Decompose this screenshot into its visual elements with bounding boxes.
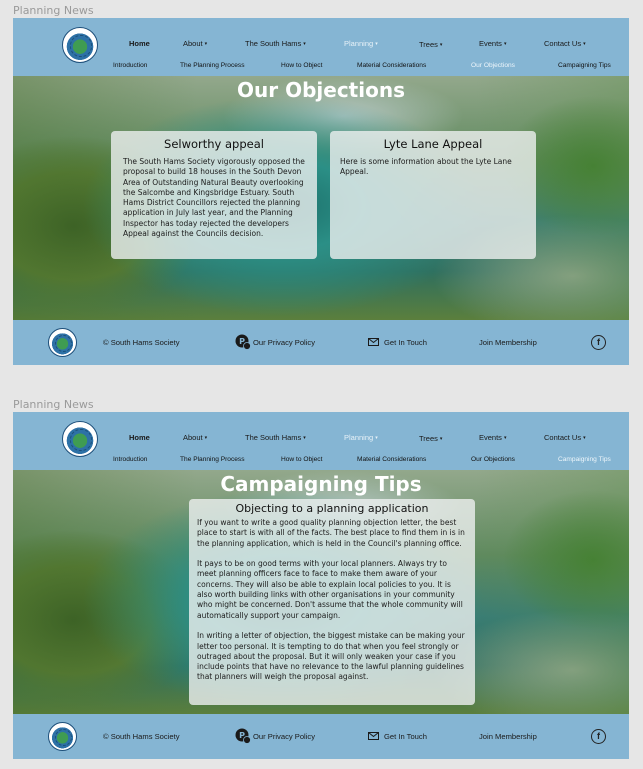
chevron-down-icon: ▾: [439, 436, 443, 442]
card-paragraph: If you want to write a good quality plan…: [197, 518, 465, 548]
footer-logo[interactable]: [48, 722, 77, 751]
nav-planning-label: Planning: [344, 39, 374, 48]
page-title: Our Objections: [237, 78, 405, 102]
facebook-icon[interactable]: f: [591, 729, 606, 744]
privacy-icon: P: [235, 728, 251, 744]
nav-trees[interactable]: Trees ▾: [419, 40, 442, 49]
chevron-down-icon: ▾: [204, 41, 208, 47]
mail-icon: [368, 732, 379, 740]
frame-label: Planning News: [13, 4, 94, 17]
subnav-material-considerations[interactable]: Material Considerations: [357, 456, 426, 463]
footer-privacy-link[interactable]: Our Privacy Policy: [253, 732, 315, 741]
main-nav: Home About ▾ The South Hams ▾ Planning ▾ Tr…: [13, 433, 629, 447]
nav-contact[interactable]: Contact Us ▾: [544, 39, 586, 48]
chevron-down-icon: ▾: [204, 435, 208, 441]
chevron-down-icon: ▾: [303, 41, 306, 47]
subnav-our-objections[interactable]: Our Objections: [471, 62, 515, 69]
nav-about-label: About: [183, 39, 203, 48]
nav-events-label: Events: [479, 433, 502, 442]
sub-nav: Introduction The Planning Process How to…: [13, 456, 629, 468]
nav-trees-label: Trees: [419, 434, 438, 443]
footer-copyright: © South Hams Society: [103, 732, 180, 741]
card-selworthy-appeal: Selworthy appeal The South Hams Society …: [111, 131, 317, 259]
chevron-down-icon: ▾: [375, 435, 378, 441]
nav-south-hams-label: The South Hams: [245, 39, 302, 48]
footer-privacy-link[interactable]: Our Privacy Policy: [253, 338, 315, 347]
chevron-down-icon: ▾: [583, 435, 586, 441]
page-frame-campaigning-tips: Home About ▾ The South Hams ▾ Planning ▾ Tr…: [13, 412, 629, 759]
chevron-down-icon: ▾: [583, 41, 586, 47]
subnav-how-to-object[interactable]: How to Object: [281, 62, 322, 69]
nav-planning-label: Planning: [344, 433, 374, 442]
chevron-down-icon: ▾: [375, 41, 378, 47]
card-body: Here is some information about the Lyte …: [340, 157, 512, 177]
hero-background: Our Objections Selworthy appeal The Sout…: [13, 76, 629, 320]
page-frame-our-objections: Home About ▾ The South Hams ▾ Planning ▾ Tr…: [13, 18, 629, 365]
page-title: Campaigning Tips: [220, 472, 422, 496]
nav-about[interactable]: About ▾: [183, 433, 207, 442]
subnav-campaigning-tips[interactable]: Campaigning Tips: [558, 456, 611, 463]
nav-events[interactable]: Events ▾: [479, 433, 506, 442]
nav-south-hams-label: The South Hams: [245, 433, 302, 442]
nav-contact[interactable]: Contact Us ▾: [544, 433, 586, 442]
footer-copyright: © South Hams Society: [103, 338, 180, 347]
nav-planning[interactable]: Planning ▾: [344, 39, 378, 48]
footer: © South Hams Society P Our Privacy Polic…: [13, 714, 629, 759]
subnav-introduction[interactable]: Introduction: [113, 456, 147, 463]
footer-contact-link[interactable]: Get In Touch: [384, 732, 427, 741]
subnav-material-considerations[interactable]: Material Considerations: [357, 62, 426, 69]
card-title: Selworthy appeal: [164, 137, 264, 151]
nav-home[interactable]: Home: [129, 39, 150, 48]
subnav-our-objections[interactable]: Our Objections: [471, 456, 515, 463]
facebook-icon[interactable]: f: [591, 335, 606, 350]
card-paragraph: It pays to be on good terms with your lo…: [197, 559, 463, 620]
footer-membership-link[interactable]: Join Membership: [479, 732, 537, 741]
footer-logo[interactable]: [48, 328, 77, 357]
card-title: Lyte Lane Appeal: [383, 137, 483, 151]
subnav-how-to-object[interactable]: How to Object: [281, 456, 322, 463]
card-title: Objecting to a planning application: [235, 502, 429, 515]
mail-icon: [368, 338, 379, 346]
card-body: The South Hams Society vigorously oppose…: [123, 157, 305, 239]
card-lyte-lane-appeal: Lyte Lane Appeal Here is some informatio…: [330, 131, 536, 259]
subnav-campaigning-tips[interactable]: Campaigning Tips: [558, 62, 611, 69]
footer: © South Hams Society P Our Privacy Polic…: [13, 320, 629, 365]
card-body: If you want to write a good quality plan…: [197, 518, 467, 683]
nav-south-hams[interactable]: The South Hams ▾: [245, 39, 306, 48]
nav-contact-label: Contact Us: [544, 39, 582, 48]
frame-label: Planning News: [13, 398, 94, 411]
nav-south-hams[interactable]: The South Hams ▾: [245, 433, 306, 442]
nav-trees[interactable]: Trees ▾: [419, 434, 442, 443]
chevron-down-icon: ▾: [439, 42, 443, 48]
subnav-planning-process[interactable]: The Planning Process: [180, 456, 245, 463]
chevron-down-icon: ▾: [503, 41, 507, 47]
nav-events[interactable]: Events ▾: [479, 39, 506, 48]
nav-planning[interactable]: Planning ▾: [344, 433, 378, 442]
nav-about-label: About: [183, 433, 203, 442]
privacy-icon: P: [235, 334, 251, 350]
main-nav: Home About ▾ The South Hams ▾ Planning ▾ Tr…: [13, 39, 629, 53]
subnav-introduction[interactable]: Introduction: [113, 62, 147, 69]
chevron-down-icon: ▾: [503, 435, 507, 441]
chevron-down-icon: ▾: [303, 435, 306, 441]
card-objecting-to-planning-application: Objecting to a planning application If y…: [189, 499, 475, 705]
nav-trees-label: Trees: [419, 40, 438, 49]
card-paragraph: In writing a letter of objection, the bi…: [197, 631, 465, 682]
footer-membership-link[interactable]: Join Membership: [479, 338, 537, 347]
nav-about[interactable]: About ▾: [183, 39, 207, 48]
hero-background: Campaigning Tips Objecting to a planning…: [13, 470, 629, 714]
header: Home About ▾ The South Hams ▾ Planning ▾ Tr…: [13, 412, 629, 470]
nav-contact-label: Contact Us: [544, 433, 582, 442]
nav-events-label: Events: [479, 39, 502, 48]
nav-home[interactable]: Home: [129, 433, 150, 442]
header: Home About ▾ The South Hams ▾ Planning ▾ Tr…: [13, 18, 629, 76]
footer-contact-link[interactable]: Get In Touch: [384, 338, 427, 347]
sub-nav: Introduction The Planning Process How to…: [13, 62, 629, 74]
subnav-planning-process[interactable]: The Planning Process: [180, 62, 245, 69]
